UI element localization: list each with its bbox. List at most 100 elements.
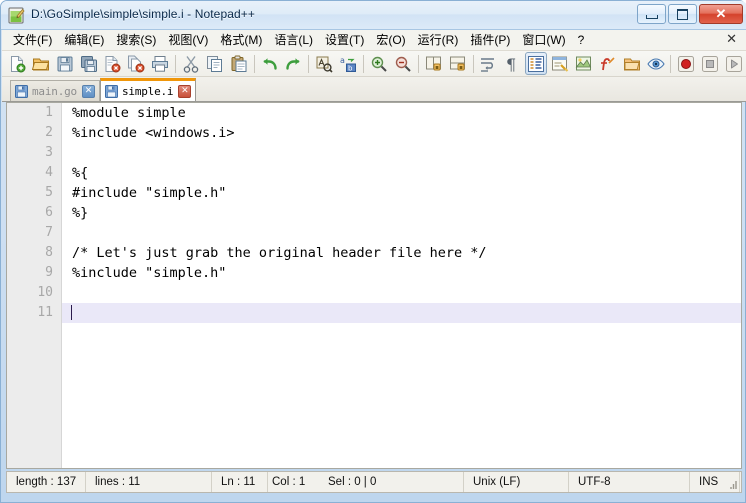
notepad-plus-plus-window: D:\GoSimple\simple\simple.i - Notepad++ … bbox=[0, 0, 746, 503]
maximize-button[interactable] bbox=[668, 4, 697, 24]
tab-simple-i[interactable]: simple.i ✕ bbox=[99, 78, 197, 101]
menu-run[interactable]: 运行(R) bbox=[412, 31, 465, 50]
text-caret bbox=[71, 305, 72, 320]
toolbar-separator bbox=[472, 54, 474, 73]
save-all-icon[interactable] bbox=[78, 52, 100, 75]
tab-bar: main.go ✕ simple.i ✕ bbox=[2, 77, 746, 102]
zoom-in-icon[interactable] bbox=[368, 52, 390, 75]
cut-icon[interactable] bbox=[180, 52, 202, 75]
replace-icon[interactable]: a b bbox=[337, 52, 359, 75]
document-map-icon[interactable] bbox=[573, 52, 595, 75]
code-line: #include "simple.h" bbox=[72, 185, 227, 201]
window-controls: ✕ bbox=[637, 4, 743, 24]
line-number: 5 bbox=[45, 185, 53, 200]
folder-as-workspace-icon[interactable] bbox=[621, 52, 643, 75]
copy-icon[interactable] bbox=[204, 52, 226, 75]
line-number: 10 bbox=[37, 285, 53, 300]
minimize-button[interactable] bbox=[637, 4, 666, 24]
minimize-icon bbox=[638, 5, 665, 23]
save-icon[interactable] bbox=[54, 52, 76, 75]
close-document-button[interactable]: ✕ bbox=[726, 33, 737, 47]
monitoring-icon[interactable] bbox=[645, 52, 667, 75]
word-wrap-icon[interactable] bbox=[477, 52, 499, 75]
menu-macro[interactable]: 宏(O) bbox=[370, 31, 411, 50]
notepad-plus-plus-icon bbox=[8, 7, 25, 24]
saved-file-icon bbox=[104, 84, 118, 98]
menu-plugins[interactable]: 插件(P) bbox=[464, 31, 516, 50]
new-file-icon[interactable] bbox=[6, 52, 28, 75]
close-all-files-icon[interactable] bbox=[125, 52, 147, 75]
tab-close-button[interactable]: ✕ bbox=[178, 84, 192, 98]
saved-file-icon bbox=[15, 84, 28, 98]
toolbar-separator bbox=[417, 54, 419, 73]
function-list-icon[interactable] bbox=[597, 52, 619, 75]
svg-text:¶: ¶ bbox=[506, 55, 516, 73]
close-file-icon[interactable] bbox=[102, 52, 124, 75]
window-title: D:\GoSimple\simple\simple.i - Notepad++ bbox=[31, 7, 255, 21]
user-defined-language-icon[interactable] bbox=[549, 52, 571, 75]
toolbar: a b ¶ bbox=[2, 51, 746, 77]
line-number: 3 bbox=[45, 145, 53, 160]
open-file-icon[interactable] bbox=[30, 52, 52, 75]
find-icon[interactable] bbox=[313, 52, 335, 75]
indent-guide-icon[interactable] bbox=[525, 52, 548, 75]
status-encoding[interactable]: UTF-8 bbox=[569, 472, 690, 492]
tab-close-button[interactable]: ✕ bbox=[81, 84, 95, 98]
title-bar: D:\GoSimple\simple\simple.i - Notepad++ … bbox=[1, 1, 746, 30]
play-macro-icon[interactable] bbox=[723, 52, 745, 75]
undo-icon[interactable] bbox=[259, 52, 281, 75]
code-text[interactable]: %module simple %include <windows.i> %{ #… bbox=[62, 103, 741, 468]
line-number: 6 bbox=[45, 205, 53, 220]
status-bar: length : 137 lines : 11 Ln : 11 Col : 1 … bbox=[6, 471, 742, 493]
status-eol[interactable]: Unix (LF) bbox=[464, 472, 569, 492]
line-number: 2 bbox=[45, 125, 53, 140]
line-number: 1 bbox=[45, 105, 53, 120]
print-icon[interactable] bbox=[149, 52, 171, 75]
code-line: %} bbox=[72, 205, 89, 221]
show-all-characters-icon[interactable]: ¶ bbox=[501, 52, 523, 75]
svg-text:b: b bbox=[348, 64, 353, 72]
toolbar-separator bbox=[175, 54, 177, 73]
line-number: 11 bbox=[37, 305, 53, 320]
status-lines: lines : 11 bbox=[86, 472, 212, 492]
menu-search[interactable]: 搜索(S) bbox=[110, 31, 162, 50]
code-line: %{ bbox=[72, 165, 89, 181]
code-line: /* Let's just grab the original header f… bbox=[72, 245, 487, 261]
zoom-out-icon[interactable] bbox=[392, 52, 414, 75]
line-number-gutter: 1 2 3 4 5 6 7 8 9 10 11 bbox=[7, 103, 62, 468]
paste-icon[interactable] bbox=[228, 52, 250, 75]
menu-help[interactable]: ? bbox=[572, 31, 591, 50]
menu-edit[interactable]: 编辑(E) bbox=[58, 31, 110, 50]
menu-view[interactable]: 视图(V) bbox=[162, 31, 214, 50]
toolbar-separator bbox=[253, 54, 255, 73]
status-length: length : 137 bbox=[7, 472, 86, 492]
menu-window[interactable]: 窗口(W) bbox=[516, 31, 571, 50]
sync-horizontal-scroll-icon[interactable] bbox=[447, 52, 469, 75]
editor-area[interactable]: 1 2 3 4 5 6 7 8 9 10 11 %module simple %… bbox=[6, 102, 742, 469]
close-icon: ✕ bbox=[715, 6, 727, 21]
redo-icon[interactable] bbox=[283, 52, 305, 75]
line-number: 9 bbox=[45, 265, 53, 280]
line-number: 7 bbox=[45, 225, 53, 240]
sync-vertical-scroll-icon[interactable] bbox=[423, 52, 445, 75]
code-line: %module simple bbox=[72, 105, 186, 121]
tab-main-go[interactable]: main.go ✕ bbox=[10, 80, 100, 101]
status-col: Col : 1 bbox=[272, 476, 306, 488]
status-ln: Ln : 11 bbox=[212, 472, 268, 492]
tab-label: main.go bbox=[32, 84, 77, 98]
svg-text:a: a bbox=[340, 56, 345, 65]
stop-macro-icon[interactable] bbox=[699, 52, 721, 75]
menu-file[interactable]: 文件(F) bbox=[7, 31, 58, 50]
close-window-button[interactable]: ✕ bbox=[699, 4, 743, 24]
code-line: %include <windows.i> bbox=[72, 125, 235, 141]
menu-settings[interactable]: 设置(T) bbox=[319, 31, 370, 50]
record-macro-icon[interactable] bbox=[675, 52, 697, 75]
menu-language[interactable]: 语言(L) bbox=[268, 31, 319, 50]
resize-grip-icon[interactable] bbox=[727, 478, 739, 490]
code-line: %include "simple.h" bbox=[72, 265, 227, 281]
toolbar-separator bbox=[308, 54, 310, 73]
menu-format[interactable]: 格式(M) bbox=[214, 31, 268, 50]
